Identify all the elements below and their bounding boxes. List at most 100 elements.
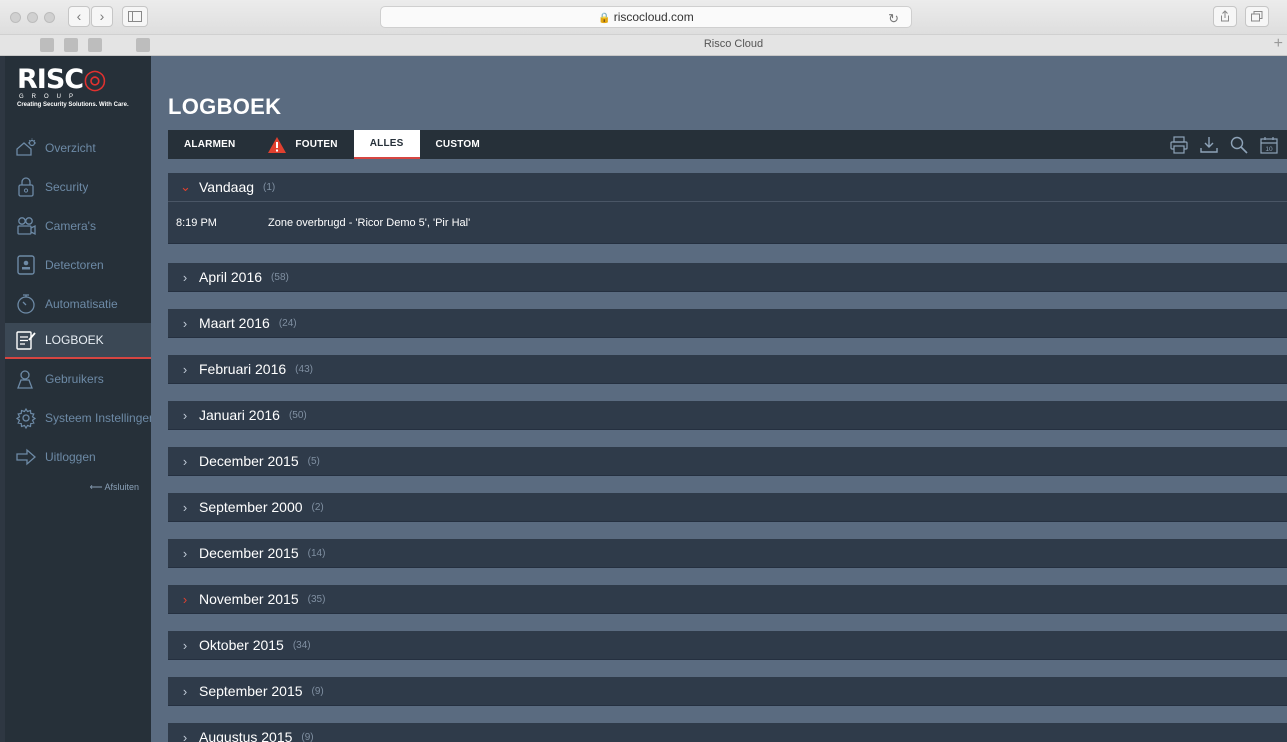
chevron-right-icon: › xyxy=(182,315,188,331)
printer-icon[interactable] xyxy=(1169,135,1189,155)
sidebar-item-label: Gebruikers xyxy=(45,371,104,386)
section-header[interactable]: › December 2015 (14) xyxy=(168,539,1287,567)
facebook-favorite-icon[interactable] xyxy=(64,38,78,52)
section-count: (9) xyxy=(311,685,324,697)
search-icon[interactable] xyxy=(1229,135,1249,155)
sidebar-item-logboek[interactable]: LOGBOEK xyxy=(5,323,151,359)
chevron-right-icon: › xyxy=(182,269,188,285)
reload-icon[interactable]: ↻ xyxy=(888,9,899,29)
sidebar-item-overzicht[interactable]: Overzicht xyxy=(5,128,151,167)
sidebar-item-cameras[interactable]: Camera's xyxy=(5,206,151,245)
back-button[interactable]: ‹ xyxy=(68,6,90,27)
sidebar-item-gebruikers[interactable]: Gebruikers xyxy=(5,359,151,398)
sidebar-item-detectoren[interactable]: Detectoren xyxy=(5,245,151,284)
sidebar-item-label: LOGBOEK xyxy=(45,333,104,347)
forward-button[interactable]: › xyxy=(91,6,113,27)
log-section-month: › November 2015 (35) xyxy=(168,585,1287,614)
new-tab-icon[interactable]: + xyxy=(1274,35,1283,53)
section-header[interactable]: ⌄ Vandaag (1) xyxy=(168,173,1287,201)
browser-tab-title[interactable]: Risco Cloud xyxy=(200,38,1267,50)
sidebar-item-label: Camera's xyxy=(45,218,96,233)
risco-logo[interactable]: RISC◎ GROUP Creating Security Solutions.… xyxy=(5,56,151,128)
sidebar-item-uitloggen[interactable]: Uitloggen xyxy=(5,437,151,476)
section-header[interactable]: › Augustus 2015 (9) xyxy=(168,723,1287,742)
logo-brand: RISC◎ xyxy=(17,64,107,95)
instagram-favorite-icon[interactable] xyxy=(88,38,102,52)
section-header[interactable]: › Oktober 2015 (34) xyxy=(168,631,1287,659)
chevron-right-icon: › xyxy=(182,407,188,423)
chevron-right-icon: › xyxy=(182,453,188,469)
section-count: (5) xyxy=(307,455,320,467)
sidebar-item-label: Detectoren xyxy=(45,257,104,272)
section-header[interactable]: › September 2015 (9) xyxy=(168,677,1287,705)
tabs-overview-button[interactable] xyxy=(1245,6,1269,27)
chevron-right-icon: › xyxy=(182,591,188,607)
page-title: LOGBOEK xyxy=(168,94,282,119)
tab-label: ALARMEN xyxy=(184,139,236,150)
sidebar-item-systeem-instellingen[interactable]: Systeem Instellingen xyxy=(5,398,151,437)
chevron-right-icon: › xyxy=(182,683,188,699)
browser-toolbar: ‹ › 🔒 riscocloud.com ↻ xyxy=(0,0,1287,34)
wordpress-favorite-icon[interactable] xyxy=(136,38,150,52)
section-header[interactable]: › September 2000 (2) xyxy=(168,493,1287,521)
log-section-month: › Januari 2016 (50) xyxy=(168,401,1287,430)
tab-fouten[interactable]: FOUTEN xyxy=(251,130,353,159)
section-header[interactable]: › Januari 2016 (50) xyxy=(168,401,1287,429)
log-event-row[interactable]: 8:19 PM Zone overbrugd - 'Ricor Demo 5',… xyxy=(168,201,1287,243)
section-count: (2) xyxy=(311,501,324,513)
address-bar[interactable]: 🔒 riscocloud.com ↻ xyxy=(380,6,912,28)
chevron-right-icon: › xyxy=(182,361,188,377)
close-sidebar-link[interactable]: ⟵ Afsluiten xyxy=(5,482,151,493)
sidebar-item-security[interactable]: Security xyxy=(5,167,151,206)
log-section-month: › Augustus 2015 (9) xyxy=(168,723,1287,742)
apple-favorite-icon[interactable] xyxy=(8,38,22,52)
log-section-month: › December 2015 (5) xyxy=(168,447,1287,476)
log-section-month: › December 2015 (14) xyxy=(168,539,1287,568)
log-section-today: ⌄ Vandaag (1) 8:19 PM Zone overbrugd - '… xyxy=(168,173,1287,244)
section-label: December 2015 xyxy=(199,453,299,469)
home-sun-icon xyxy=(16,138,36,156)
detector-icon xyxy=(17,254,35,275)
section-label: Vandaag xyxy=(199,179,255,195)
sidebar-item-label: Security xyxy=(45,179,89,194)
lock-icon: 🔒 xyxy=(598,13,611,24)
timer-icon xyxy=(17,293,35,314)
favorites-bar: Risco Cloud + xyxy=(0,34,1287,55)
section-count: (34) xyxy=(292,639,311,651)
close-window-button[interactable] xyxy=(10,12,21,23)
section-header[interactable]: › Maart 2016 (24) xyxy=(168,309,1287,337)
tab-alles[interactable]: ALLES xyxy=(353,130,420,159)
section-count: (9) xyxy=(301,731,314,742)
log-filter-tabs: ALARMEN FOUTEN ALLES CUSTOM 10 xyxy=(168,130,1287,159)
reader-favorite-icon[interactable] xyxy=(112,38,126,52)
tab-custom[interactable]: CUSTOM xyxy=(420,130,496,159)
section-label: Januari 2016 xyxy=(199,407,280,423)
gmail-favorite-icon[interactable] xyxy=(40,38,54,52)
sidebar-toggle-button[interactable] xyxy=(122,6,148,27)
section-header[interactable]: › Februari 2016 (43) xyxy=(168,355,1287,383)
download-icon[interactable] xyxy=(1199,135,1219,155)
minimize-window-button[interactable] xyxy=(27,12,38,23)
share-button[interactable] xyxy=(1213,6,1237,27)
section-header[interactable]: › December 2015 (5) xyxy=(168,447,1287,475)
sidebar-item-label: Uitloggen xyxy=(45,449,96,464)
sidebar-item-label: Automatisatie xyxy=(45,296,118,311)
calendar-icon[interactable]: 10 xyxy=(1259,135,1279,155)
logo-tagline: Creating Security Solutions. With Care. xyxy=(17,102,129,108)
section-label: September 2000 xyxy=(199,499,303,515)
zoom-window-button[interactable] xyxy=(44,12,55,23)
section-label: Maart 2016 xyxy=(199,315,270,331)
log-tools: 10 xyxy=(1169,130,1287,159)
section-header[interactable]: › April 2016 (58) xyxy=(168,263,1287,291)
section-header[interactable]: › November 2015 (35) xyxy=(168,585,1287,613)
log-section-month: › April 2016 (58) xyxy=(168,263,1287,292)
chevron-right-icon: › xyxy=(182,499,188,515)
section-label: December 2015 xyxy=(199,545,299,561)
address-url: riscocloud.com xyxy=(613,10,694,24)
tab-alarmen[interactable]: ALARMEN xyxy=(168,130,251,159)
sidebar: RISC◎ GROUP Creating Security Solutions.… xyxy=(5,56,151,742)
sidebar-item-automatisatie[interactable]: Automatisatie xyxy=(5,284,151,323)
browser-chrome: ‹ › 🔒 riscocloud.com ↻ Risco Cloud + xyxy=(0,0,1287,56)
section-count: (1) xyxy=(263,181,276,193)
event-text: Zone overbrugd - 'Ricor Demo 5', 'Pir Ha… xyxy=(268,216,471,229)
